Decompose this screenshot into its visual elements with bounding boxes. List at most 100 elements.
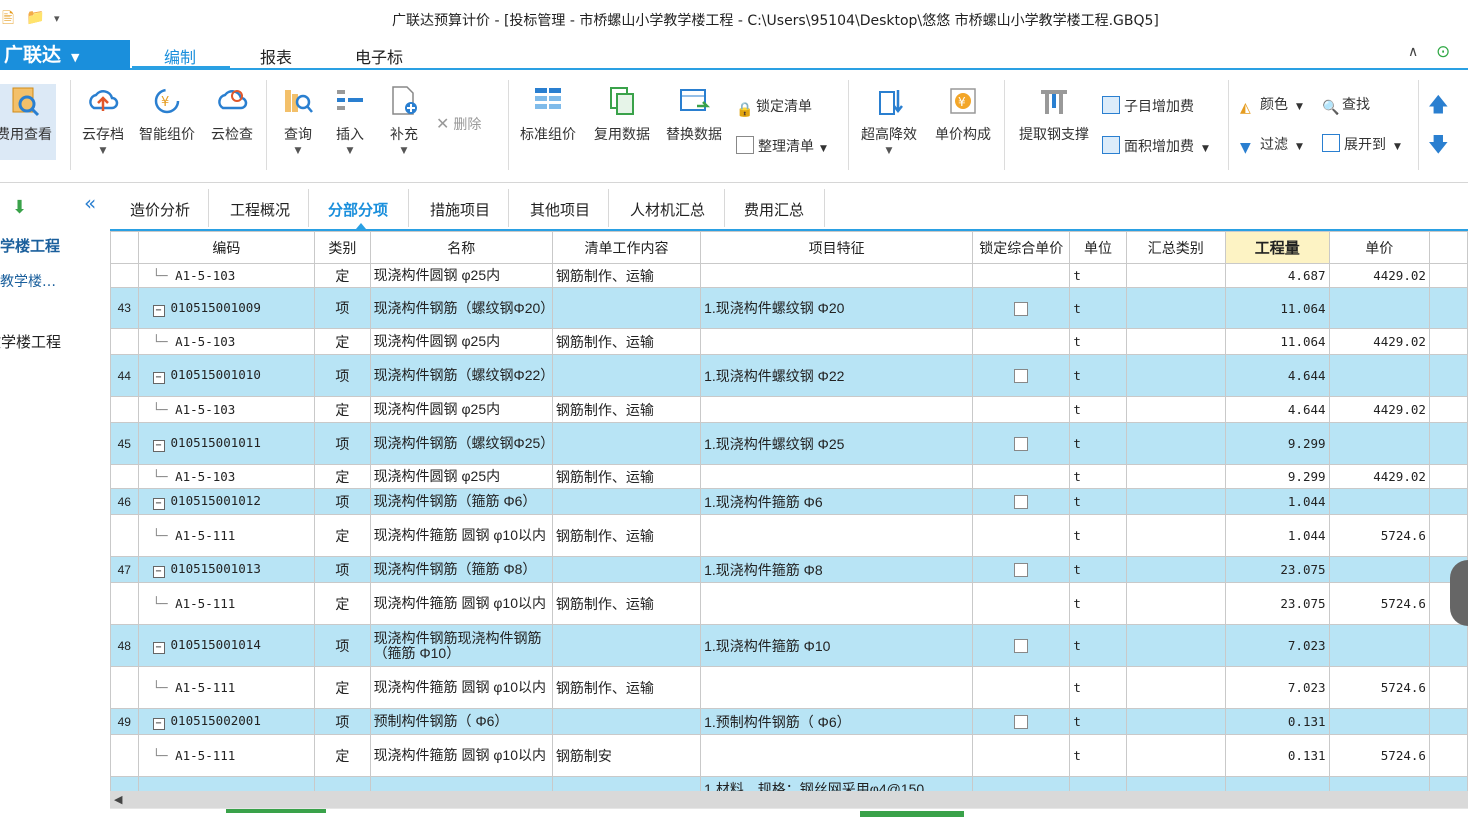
- unit-price-cell[interactable]: [1328, 776, 1430, 791]
- col-header-work-content[interactable]: 清单工作内容: [551, 231, 702, 264]
- unit-price-cell[interactable]: [1328, 354, 1430, 397]
- summary-category-cell[interactable]: [1125, 514, 1226, 557]
- type-cell[interactable]: 项: [314, 422, 371, 465]
- lock-price-checkbox[interactable]: [1014, 369, 1029, 384]
- unit-price-cell[interactable]: [1328, 556, 1430, 583]
- table-row-item[interactable]: 48−010515001014 项现浇构件钢筋现浇构件钢筋（箍筋 Φ10） 1.现浇…: [110, 624, 1468, 667]
- summary-category-cell[interactable]: [1125, 624, 1226, 667]
- summary-category-cell[interactable]: [1125, 287, 1226, 329]
- code-cell[interactable]: −010515001011: [137, 422, 316, 465]
- unit-cell[interactable]: t: [1069, 354, 1127, 397]
- unit-price-cell[interactable]: [1328, 624, 1430, 667]
- feature-cell[interactable]: 1.现浇构件螺纹钢 Φ20: [700, 287, 974, 329]
- name-cell[interactable]: 现浇构件圆钢 φ25内: [369, 328, 553, 355]
- name-cell[interactable]: 现浇构件钢筋（箍筋 Φ8）: [369, 556, 553, 583]
- unit-cell[interactable]: [1069, 776, 1127, 791]
- type-cell[interactable]: 定: [314, 734, 371, 777]
- name-cell[interactable]: 现浇构件钢筋（螺纹钢Φ20）: [369, 287, 553, 329]
- col-header-name[interactable]: 名称: [369, 231, 553, 264]
- type-cell[interactable]: 定: [314, 396, 371, 423]
- folder-icon[interactable]: 📁: [26, 8, 45, 26]
- extra-cell[interactable]: [1428, 464, 1468, 489]
- work-content-cell[interactable]: 钢筋制作、运输: [551, 666, 702, 709]
- type-cell[interactable]: 项: [314, 708, 371, 735]
- work-content-cell[interactable]: [551, 488, 702, 515]
- row-number-cell[interactable]: 46: [110, 488, 139, 515]
- fee-view-button[interactable]: 费用查看: [0, 84, 56, 160]
- code-cell[interactable]: −010515001013: [137, 556, 316, 583]
- feature-cell[interactable]: [700, 328, 974, 355]
- summary-category-cell[interactable]: [1125, 263, 1226, 288]
- summary-category-cell[interactable]: [1125, 666, 1226, 709]
- code-cell[interactable]: [137, 776, 316, 791]
- lock-price-checkbox[interactable]: [1014, 495, 1029, 510]
- ribbon-tab-edit[interactable]: 编制: [164, 44, 196, 68]
- type-cell[interactable]: 定: [314, 666, 371, 709]
- table-row-item[interactable]: 45−010515001011 项现浇构件钢筋（螺纹钢Φ25） 1.现浇构件螺纹钢 …: [110, 422, 1468, 465]
- table-row-item[interactable]: 43−010515001009 项现浇构件钢筋（螺纹钢Φ20） 1.现浇构件螺纹钢 …: [110, 287, 1468, 329]
- quantity-cell[interactable]: 4.644: [1224, 396, 1330, 423]
- name-cell[interactable]: 现浇构件圆钢 φ25内: [369, 464, 553, 489]
- summary-category-cell[interactable]: [1125, 396, 1226, 423]
- tab-other-items[interactable]: 其他项目: [530, 199, 590, 220]
- lock-price-cell[interactable]: [972, 263, 1071, 288]
- area-fee-button[interactable]: 面积增加费 ▼: [1102, 136, 1209, 156]
- lock-price-cell[interactable]: [972, 734, 1071, 777]
- code-cell[interactable]: └─ A1-5-111: [137, 734, 316, 777]
- splitter-handle[interactable]: [860, 811, 964, 817]
- lock-price-cell[interactable]: [972, 556, 1071, 583]
- collapse-node-icon[interactable]: −: [152, 372, 165, 384]
- extra-cell[interactable]: [1428, 354, 1468, 397]
- unit-price-cell[interactable]: [1328, 422, 1430, 465]
- col-header-unit-price[interactable]: 单价: [1328, 231, 1430, 264]
- code-cell[interactable]: └─ A1-5-111: [137, 582, 316, 625]
- feature-cell[interactable]: 1.现浇构件螺纹钢 Φ25: [700, 422, 974, 465]
- code-cell[interactable]: └─ A1-5-103: [137, 396, 316, 423]
- scroll-left-icon[interactable]: ◀: [114, 793, 122, 806]
- extra-cell[interactable]: [1428, 328, 1468, 355]
- row-number-cell[interactable]: [110, 328, 139, 355]
- type-cell[interactable]: 项: [314, 556, 371, 583]
- quantity-cell[interactable]: 7.023: [1224, 624, 1330, 667]
- quick-access-dropdown-icon[interactable]: ▾: [54, 12, 60, 25]
- quantity-cell[interactable]: 9.299: [1224, 422, 1330, 465]
- lock-price-checkbox[interactable]: [1014, 715, 1029, 730]
- code-cell[interactable]: └─ A1-5-103: [137, 328, 316, 355]
- col-header-code[interactable]: 编码: [137, 231, 316, 264]
- collapse-node-icon[interactable]: −: [152, 642, 165, 654]
- row-number-cell[interactable]: 49: [110, 708, 139, 735]
- name-cell[interactable]: 现浇构件钢筋现浇构件钢筋（箍筋 Φ10）: [369, 624, 553, 667]
- col-header-unit[interactable]: 单位: [1069, 231, 1127, 264]
- work-content-cell[interactable]: [551, 422, 702, 465]
- feature-cell[interactable]: 1.现浇构件螺纹钢 Φ22: [700, 354, 974, 397]
- col-header-quantity[interactable]: 工程量: [1224, 231, 1330, 264]
- code-cell[interactable]: −010515001012: [137, 488, 316, 515]
- quantity-cell[interactable]: 7.023: [1224, 666, 1330, 709]
- collapse-node-icon[interactable]: −: [152, 718, 165, 730]
- ribbon-tab-report[interactable]: 报表: [260, 44, 292, 68]
- table-row-quota[interactable]: └─ A1-5-103 定现浇构件圆钢 φ25内 钢筋制作、运输 t 4.644 4429…: [110, 396, 1468, 423]
- row-number-cell[interactable]: 43: [110, 287, 139, 329]
- type-cell[interactable]: 定: [314, 582, 371, 625]
- brand-menu-button[interactable]: 广联达 ▼: [0, 40, 130, 70]
- code-cell[interactable]: −010515001014: [137, 624, 316, 667]
- lock-list-button[interactable]: 🔒 锁定清单: [736, 96, 812, 118]
- collapse-node-icon[interactable]: −: [152, 498, 165, 510]
- horizontal-scrollbar[interactable]: ◀: [110, 791, 1468, 808]
- high-efficiency-button[interactable]: 超高降效 ▼: [856, 84, 922, 156]
- smart-price-button[interactable]: ¥ 智能组价: [136, 84, 198, 144]
- feature-cell[interactable]: [700, 514, 974, 557]
- tab-project-overview[interactable]: 工程概况: [230, 199, 290, 220]
- col-header-summary-category[interactable]: 汇总类别: [1125, 231, 1226, 264]
- lock-price-cell[interactable]: [972, 514, 1071, 557]
- lock-price-cell[interactable]: [972, 328, 1071, 355]
- extra-cell[interactable]: [1428, 287, 1468, 329]
- name-cell[interactable]: 现浇构件圆钢 φ25内: [369, 396, 553, 423]
- move-down-icon[interactable]: 🡇: [1428, 130, 1449, 164]
- row-number-cell[interactable]: 45: [110, 422, 139, 465]
- work-content-cell[interactable]: 钢筋制作、运输: [551, 263, 702, 288]
- row-number-cell[interactable]: [110, 263, 139, 288]
- name-cell[interactable]: 现浇构件箍筋 圆钢 φ10以内: [369, 582, 553, 625]
- type-cell[interactable]: 定: [314, 263, 371, 288]
- extra-cell[interactable]: [1428, 666, 1468, 709]
